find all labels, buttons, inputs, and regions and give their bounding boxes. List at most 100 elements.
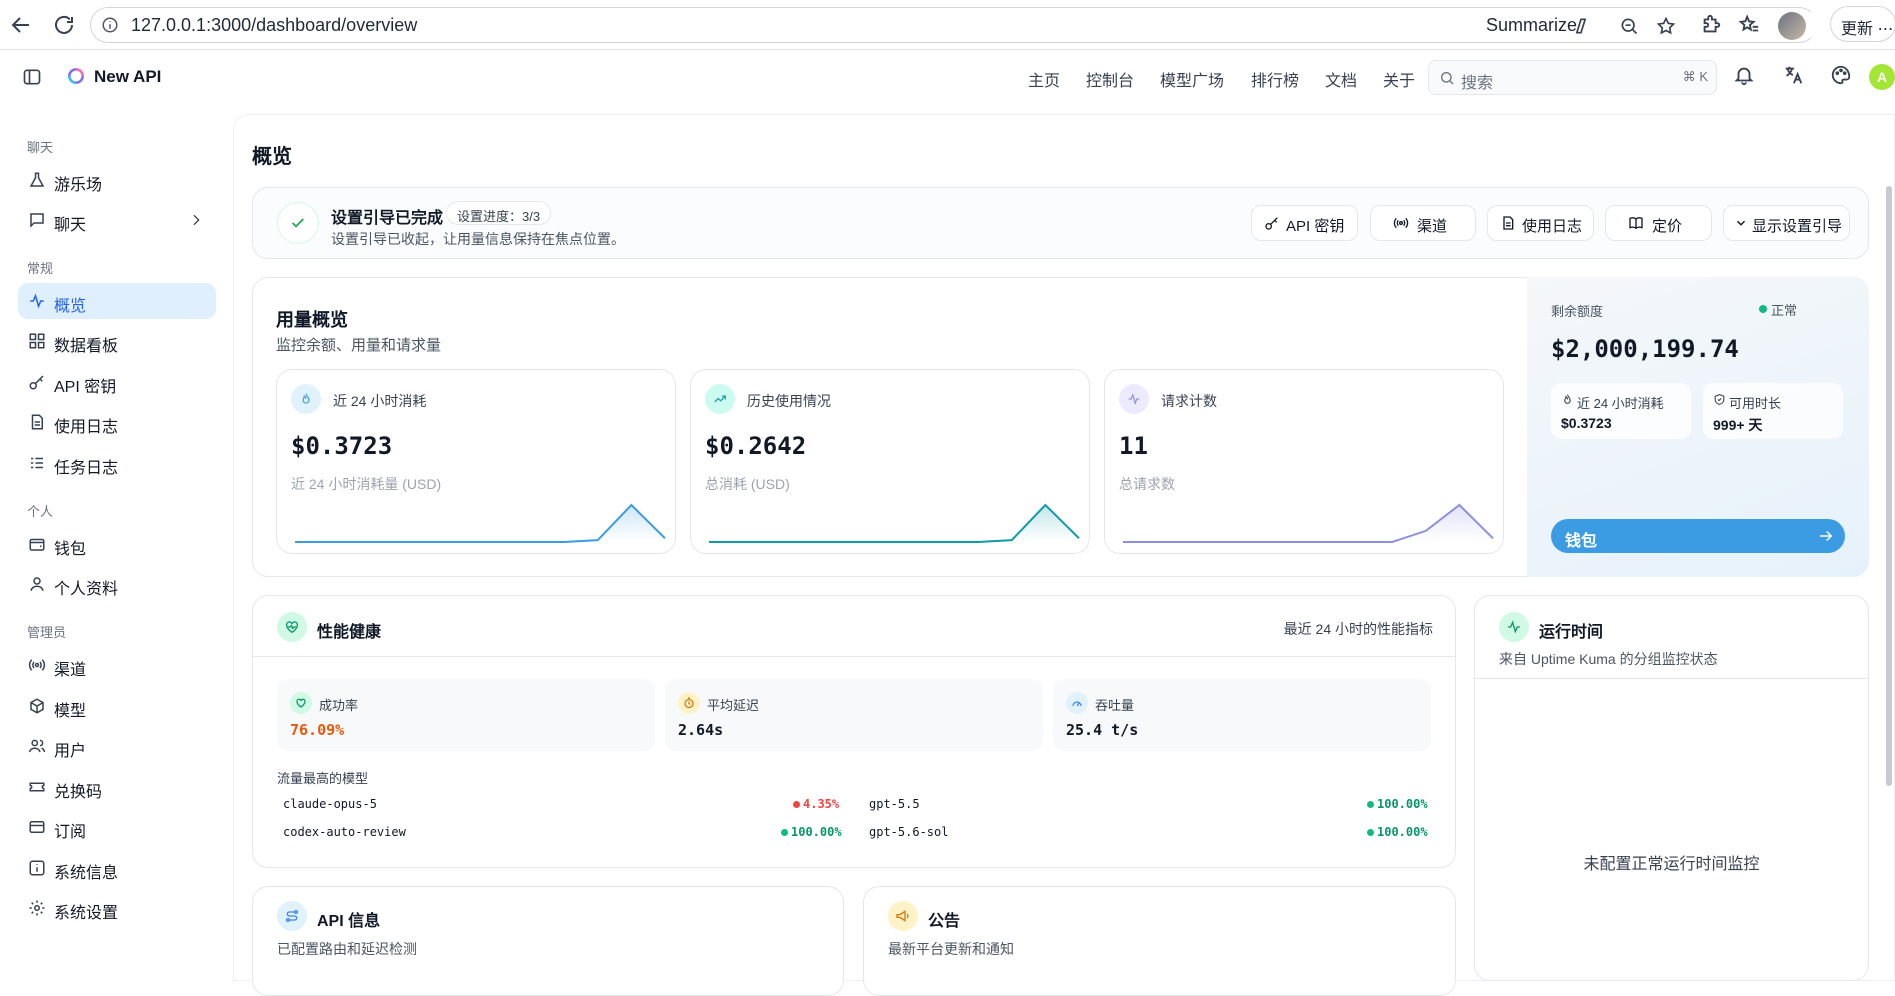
metric-label: 近 24 小时消耗 bbox=[333, 393, 427, 409]
sidebar-item-dashboard[interactable]: 数据看板 bbox=[18, 323, 216, 359]
search-shortcut: ⌘ K bbox=[1682, 69, 1708, 84]
sidebar-item-system-settings[interactable]: 系统设置 bbox=[18, 890, 216, 926]
sidebar-item-label: 渠道 bbox=[54, 662, 87, 679]
sidebar-item-chat[interactable]: 聊天 bbox=[18, 202, 216, 238]
update-button[interactable]: 更新 ⋯ bbox=[1830, 6, 1895, 42]
metric-card-24h-cost: 近 24 小时消耗 $0.3723 近 24 小时消耗量 (USD) bbox=[276, 369, 676, 554]
balance-panel: 剩余额度 正常 $2,000,199.74 近 24 小时消耗 $0.3723 … bbox=[1527, 277, 1869, 577]
metric-label: 请求计数 bbox=[1161, 393, 1217, 409]
sparkline-area bbox=[1123, 505, 1493, 542]
search-input[interactable]: 搜索 ⌘ K bbox=[1428, 60, 1717, 95]
channels-button[interactable]: 渠道 bbox=[1370, 205, 1476, 241]
profile-avatar[interactable] bbox=[1778, 12, 1806, 40]
cube-icon bbox=[28, 697, 46, 715]
perf-metric-label: 成功率 bbox=[319, 698, 359, 713]
perf-metric-label: 平均延迟 bbox=[707, 698, 760, 713]
sidebar-group-general: 常规 bbox=[27, 261, 54, 276]
summarize-button[interactable]: Summarize bbox=[1486, 15, 1577, 36]
sidebar-toggle-icon[interactable] bbox=[22, 67, 42, 87]
wallet-button-label: 钱包 bbox=[1565, 533, 1598, 550]
copilot-icon[interactable] bbox=[1571, 16, 1591, 36]
sidebar-item-label: 订阅 bbox=[54, 824, 87, 841]
user-avatar[interactable]: A bbox=[1869, 64, 1895, 90]
address-bar[interactable]: 127.0.0.1:3000/dashboard/overview Summar… bbox=[90, 7, 1817, 43]
palette-icon[interactable] bbox=[1830, 64, 1854, 88]
scrollbar[interactable] bbox=[1886, 186, 1892, 786]
heart-pulse-icon bbox=[290, 692, 312, 714]
reload-icon[interactable] bbox=[52, 13, 76, 37]
sidebar-item-models[interactable]: 模型 bbox=[18, 688, 216, 724]
nav-about[interactable]: 关于 bbox=[1383, 67, 1415, 91]
extensions-icon[interactable] bbox=[1700, 14, 1722, 36]
info-icon bbox=[28, 859, 46, 877]
api-info-title: API 信息 bbox=[317, 913, 381, 930]
metric-value: $0.3723 bbox=[291, 432, 393, 460]
balance-label: 剩余额度 bbox=[1551, 304, 1604, 319]
balance-available-time: 可用时长 999+ 天 bbox=[1703, 383, 1843, 439]
zoom-icon[interactable] bbox=[1619, 16, 1639, 36]
sidebar-item-label: 系统设置 bbox=[54, 905, 119, 922]
sidebar-item-redeem-codes[interactable]: 兑换码 bbox=[18, 769, 216, 805]
back-icon[interactable] bbox=[9, 13, 33, 37]
radio-icon bbox=[1393, 215, 1409, 231]
button-label: 定价 bbox=[1652, 218, 1683, 235]
model-pct: 100.00% bbox=[1377, 797, 1428, 811]
flame-icon bbox=[1561, 393, 1574, 406]
brand-name[interactable]: New API bbox=[94, 67, 161, 87]
star-icon[interactable] bbox=[1656, 16, 1676, 36]
perf-metric-value: 25.4 t/s bbox=[1066, 721, 1139, 739]
metric-value: $0.2642 bbox=[705, 432, 807, 460]
sidebar-group-admin: 管理员 bbox=[27, 625, 67, 640]
api-keys-button[interactable]: API 密钥 bbox=[1251, 205, 1358, 241]
sidebar-item-system-info[interactable]: 系统信息 bbox=[18, 850, 216, 886]
pricing-button[interactable]: 定价 bbox=[1605, 205, 1712, 241]
radio-icon bbox=[28, 656, 46, 674]
top-models-title: 流量最高的模型 bbox=[277, 771, 369, 786]
model-name: gpt-5.6-sol bbox=[869, 825, 949, 839]
sidebar-item-api-keys[interactable]: API 密钥 bbox=[18, 364, 216, 400]
sidebar-group-chat: 聊天 bbox=[27, 140, 54, 155]
sidebar-item-label: 用户 bbox=[54, 743, 87, 760]
sidebar-item-channels[interactable]: 渠道 bbox=[18, 647, 216, 683]
sidebar-item-users[interactable]: 用户 bbox=[18, 728, 216, 764]
chevron-right-icon[interactable] bbox=[188, 212, 204, 228]
nav-model-market[interactable]: 模型广场 bbox=[1160, 67, 1224, 91]
megaphone-icon bbox=[888, 901, 918, 931]
api-info-subtitle: 已配置路由和延迟检测 bbox=[277, 941, 417, 957]
trend-up-icon bbox=[705, 384, 735, 414]
arrow-right-icon bbox=[1817, 527, 1835, 545]
nav-docs[interactable]: 文档 bbox=[1325, 67, 1357, 91]
sparkline-requests bbox=[1123, 503, 1494, 543]
sidebar-item-label: 概览 bbox=[54, 298, 87, 315]
translate-icon[interactable] bbox=[1782, 64, 1806, 88]
button-label: 使用日志 bbox=[1522, 218, 1583, 235]
usage-logs-button[interactable]: 使用日志 bbox=[1487, 205, 1594, 241]
sidebar-item-wallet[interactable]: 钱包 bbox=[18, 526, 216, 562]
nav-console[interactable]: 控制台 bbox=[1086, 67, 1134, 91]
favorites-icon[interactable] bbox=[1738, 14, 1760, 36]
route-icon bbox=[277, 901, 307, 931]
sparkline-history bbox=[709, 503, 1080, 543]
sidebar-item-overview[interactable]: 概览 bbox=[18, 283, 216, 319]
sidebar-item-task-logs[interactable]: 任务日志 bbox=[18, 445, 216, 481]
sidebar-item-playground[interactable]: 游乐场 bbox=[18, 162, 216, 198]
gauge-icon bbox=[1066, 692, 1088, 714]
info-icon[interactable] bbox=[101, 16, 119, 34]
sparkline-area bbox=[709, 505, 1079, 542]
sidebar-item-usage-logs[interactable]: 使用日志 bbox=[18, 404, 216, 440]
show-setup-guide-button[interactable]: 显示设置引导 bbox=[1723, 205, 1850, 241]
wallet-button[interactable]: 钱包 bbox=[1551, 519, 1845, 553]
flask-icon bbox=[28, 171, 46, 189]
nav-home[interactable]: 主页 bbox=[1028, 67, 1060, 91]
dashboard-icon bbox=[28, 332, 46, 350]
sparkline-24h-cost bbox=[295, 503, 666, 543]
perf-throughput: 吞吐量 25.4 t/s bbox=[1053, 679, 1431, 751]
nav-leaderboard[interactable]: 排行榜 bbox=[1251, 67, 1299, 91]
file-icon bbox=[28, 413, 46, 431]
bell-icon[interactable] bbox=[1733, 64, 1757, 88]
sidebar-item-profile[interactable]: 个人资料 bbox=[18, 566, 216, 602]
url-text[interactable]: 127.0.0.1:3000/dashboard/overview bbox=[131, 15, 417, 36]
metric-label: 历史使用情况 bbox=[747, 393, 831, 409]
sidebar-item-subscriptions[interactable]: 订阅 bbox=[18, 809, 216, 845]
metric-card-history: 历史使用情况 $0.2642 总消耗 (USD) bbox=[690, 369, 1090, 554]
